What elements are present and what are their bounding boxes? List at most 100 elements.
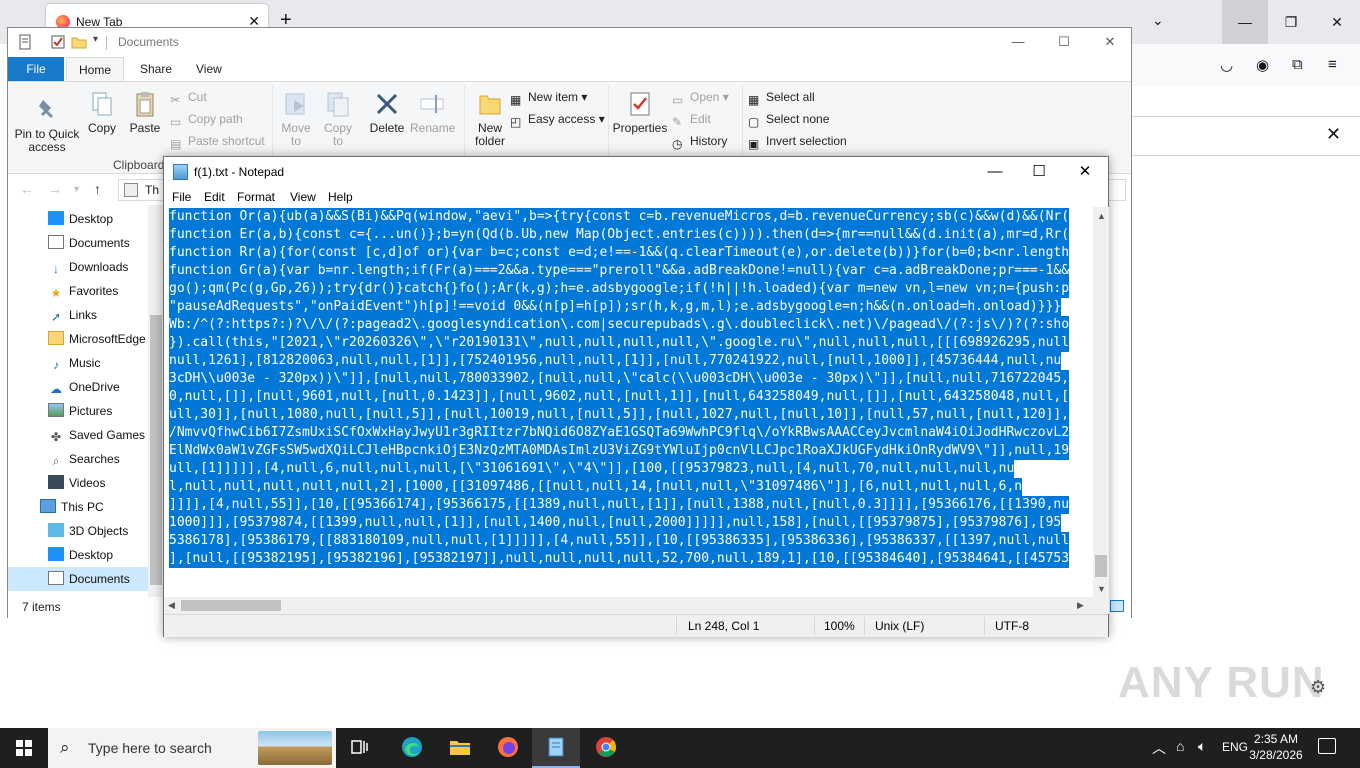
extensions-icon[interactable]: ⧉ [1292,56,1303,73]
notification-icon[interactable] [1318,738,1336,754]
folder-icon [479,95,501,115]
back-icon[interactable]: ← [20,181,34,197]
edge-button[interactable] [388,728,436,768]
scrollbar-thumb[interactable] [181,600,281,611]
scrollbar-thumb[interactable] [1095,555,1107,577]
folder-icon[interactable] [71,34,87,50]
scroll-left-icon[interactable]: ◀ [168,600,175,611]
gear-icon[interactable]: ⚙ [1310,677,1326,698]
nav-item-searches[interactable]: ⌕ Searches [48,447,120,471]
scroll-up-icon[interactable]: ▲ [1097,211,1106,221]
checkmark-icon[interactable] [50,34,66,50]
pin-to-quick-access-button[interactable]: Pin to Quick access [12,96,82,154]
nav-item-documents[interactable]: Documents [48,231,130,255]
menu-view[interactable]: View [290,190,316,204]
clock[interactable]: 2:35 AM 3/28/2026 [1248,731,1304,763]
rename-button[interactable]: Rename [410,90,455,135]
edit-button[interactable]: ✎ Edit [672,109,711,129]
close-icon[interactable]: ✕ [1326,124,1341,145]
nav-item-music[interactable]: ♪ Music [48,351,100,375]
menu-edit[interactable]: Edit [204,190,225,204]
start-button[interactable] [0,728,48,768]
scrollbar-thumb[interactable] [150,315,162,585]
copy-path-button[interactable]: ▭ Copy path [170,109,243,129]
new-item-button[interactable]: ▦ New item ▾ [510,87,587,107]
language-icon[interactable]: ENG [1222,740,1248,754]
nav-item-favorites[interactable]: ★ Favorites [48,279,119,303]
nav-item-desktop-pc[interactable]: Desktop [48,543,113,567]
nav-item-this-pc[interactable]: This PC [40,495,104,519]
nav-item-links[interactable]: ➚ Links [48,303,97,327]
nav-item-videos[interactable]: Videos [48,471,105,495]
properties-button[interactable]: Properties [612,90,668,135]
nav-item-3d-objects[interactable]: 3D Objects [48,519,128,543]
minimize-icon[interactable]: — [972,157,1018,187]
recent-locations-icon[interactable]: ▾ [74,184,79,195]
forward-icon[interactable]: → [48,181,62,197]
address-field[interactable]: Th [118,179,168,201]
history-button[interactable]: ◷ History [672,131,727,151]
copy-button[interactable]: Copy [86,90,118,135]
cut-button[interactable]: ✂ Cut [170,87,207,107]
nav-item-onedrive[interactable]: ☁ OneDrive [48,375,120,399]
tab-share[interactable]: Share [128,57,184,81]
tab-home[interactable]: Home [66,57,124,81]
open-button[interactable]: ▭ Open ▾ [672,87,729,107]
customize-toolbar-icon[interactable]: ▾ [93,34,98,45]
nav-item-desktop[interactable]: Desktop [48,207,113,231]
close-icon[interactable]: ✕ [1087,28,1133,57]
scroll-right-icon[interactable]: ▶ [1077,600,1084,611]
maximize-icon[interactable]: ☐ [1041,28,1087,57]
nav-item-saved-games[interactable]: ✤ Saved Games [48,423,145,447]
easy-access-button[interactable]: ◰ Easy access ▾ [510,109,605,129]
new-folder-button[interactable]: New folder [470,90,510,148]
scroll-down-icon[interactable]: ▼ [1097,584,1106,594]
tab-file[interactable]: File [8,57,64,81]
minimize-icon[interactable]: — [1222,0,1268,44]
chevron-down-icon[interactable]: ⌄ [1152,12,1164,29]
pocket-icon[interactable]: ◡ [1220,56,1233,74]
restore-icon[interactable]: ❐ [1268,0,1314,44]
select-all-button[interactable]: ▦ Select all [748,87,815,107]
menu-file[interactable]: File [172,190,191,204]
nav-item-documents-selected[interactable]: Documents [8,567,148,591]
delete-button[interactable]: Delete [368,90,406,135]
text-editor[interactable]: function Or(a){ub(a)&&S(Bi)&&Pq(window,"… [164,207,1093,597]
paste-shortcut-button[interactable]: ▤ Paste shortcut [170,131,265,151]
nav-item-downloads[interactable]: ↓ Downloads [48,255,128,279]
notepad-button[interactable] [532,728,580,768]
account-icon[interactable]: ◉ [1256,56,1269,74]
properties-icon[interactable] [17,34,33,50]
maximize-icon[interactable]: ☐ [1016,157,1062,187]
details-view-icon[interactable] [1110,600,1124,612]
nav-scrollbar[interactable] [148,205,164,597]
file-explorer-button[interactable] [436,728,484,768]
text-line: ],[null,[[95382195],[95382196],[95382197… [169,550,1070,568]
tab-view[interactable]: View [184,57,234,81]
close-icon[interactable]: ✕ [1314,0,1360,44]
search-field[interactable] [1106,179,1126,201]
taskbar-search-box[interactable]: ⌕ Type here to search [48,728,336,768]
vertical-scrollbar[interactable]: ▲ ▼ [1093,207,1109,597]
copy-to-button[interactable]: Copy to [320,90,356,148]
chrome-button[interactable] [582,728,630,768]
nav-item-pictures[interactable]: Pictures [48,399,112,423]
close-icon[interactable]: ✕ [1062,157,1108,187]
minimize-icon[interactable]: — [995,28,1041,57]
select-none-button[interactable]: ▢ Select none [748,109,829,129]
menu-icon[interactable]: ≡ [1328,56,1337,73]
invert-selection-button[interactable]: ▣ Invert selection [748,131,847,151]
nav-item-microsoftedge[interactable]: MicrosoftEdge [48,327,146,351]
chevron-up-icon[interactable]: ︿ [1152,738,1166,758]
firefox-button[interactable] [484,728,532,768]
paste-button[interactable]: Paste [128,90,162,135]
task-view-button[interactable] [336,728,384,768]
menu-help[interactable]: Help [328,190,353,204]
horizontal-scrollbar[interactable]: ◀ ▶ [164,597,1093,614]
volume-icon[interactable]: 🔈︎ [1198,738,1206,755]
text-line: function Gr(a){var b=nr.length;if(Fr(a)=… [169,262,1070,280]
network-icon[interactable]: ⌂ [1176,738,1184,754]
up-icon[interactable]: ↑ [94,181,101,197]
menu-format[interactable]: Format [237,190,275,204]
move-to-button[interactable]: Move to [278,90,314,148]
